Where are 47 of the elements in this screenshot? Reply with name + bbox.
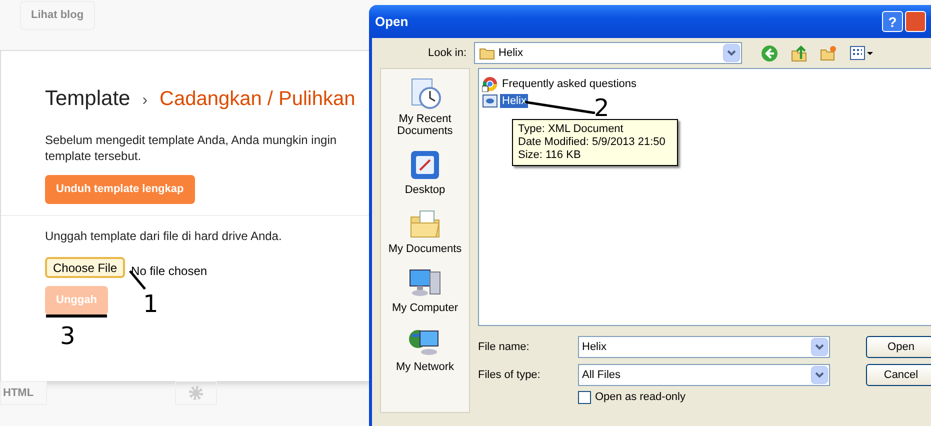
- look-in-value: Helix: [498, 46, 524, 61]
- desktop-icon: [408, 148, 442, 182]
- breadcrumb-parent: Template: [45, 86, 130, 112]
- places-item[interactable]: Desktop: [382, 148, 468, 196]
- file-name-field[interactable]: Helix: [578, 336, 830, 358]
- annotation-label: 2: [594, 94, 610, 122]
- chevron-down-icon: [815, 372, 824, 378]
- chevron-down-icon: [815, 344, 824, 350]
- places-item[interactable]: My Network: [382, 325, 468, 373]
- browser-shortcut-icon: [482, 76, 498, 92]
- places-item[interactable]: My Computer: [382, 266, 468, 314]
- dropdown-button[interactable]: [722, 44, 740, 62]
- underline-mark: [45, 314, 108, 318]
- annotation-label: 3: [60, 322, 76, 350]
- file-item[interactable]: Frequently asked questions: [500, 76, 639, 90]
- file-type-label: Files of type:: [478, 368, 542, 383]
- help-button[interactable]: ?: [882, 11, 903, 32]
- read-only-checkbox[interactable]: [578, 390, 591, 404]
- open-button[interactable]: Open: [866, 336, 931, 358]
- folder-icon: [478, 46, 495, 60]
- dropdown-button[interactable]: [811, 338, 828, 356]
- cancel-button[interactable]: Cancel: [866, 364, 931, 386]
- page-title: Cadangkan / Pulihkan: [160, 87, 356, 112]
- view-menu-icon: [850, 46, 874, 60]
- new-folder-icon: [820, 45, 837, 61]
- look-in-dropdown[interactable]: Helix: [474, 42, 742, 64]
- xml-file-icon: [482, 92, 498, 108]
- places-item[interactable]: My Recent Documents: [382, 77, 468, 137]
- intro-text: Sebelum mengedit template Anda, Anda mungkin ingin template tersebut.: [45, 132, 338, 164]
- choose-file-button[interactable]: Choose File: [45, 257, 126, 278]
- breadcrumb-separator: ›: [142, 91, 148, 111]
- window-title: Open: [375, 12, 410, 31]
- file-item[interactable]: Helix: [500, 94, 528, 108]
- dropdown-button[interactable]: [811, 366, 828, 384]
- folder-up-icon: [790, 44, 807, 62]
- file-tooltip: Type: XML Document Date Modified: 5/9/2013 21:50 Size: 116 KB: [512, 119, 678, 166]
- upload-instructions: Unggah template dari file di hard drive Anda.: [45, 228, 283, 244]
- file-name-label: File name:: [478, 340, 530, 355]
- file-type-dropdown[interactable]: All Files: [578, 364, 830, 386]
- look-in-label: Look in:: [428, 46, 467, 61]
- close-button[interactable]: [905, 11, 926, 32]
- chevron-down-icon: [726, 50, 736, 56]
- places-item[interactable]: My Documents: [382, 207, 468, 255]
- settings-icon: [188, 385, 204, 401]
- annotation-label: 1: [143, 290, 158, 318]
- read-only-label: Open as read-only: [595, 390, 686, 405]
- back-icon: [760, 44, 778, 62]
